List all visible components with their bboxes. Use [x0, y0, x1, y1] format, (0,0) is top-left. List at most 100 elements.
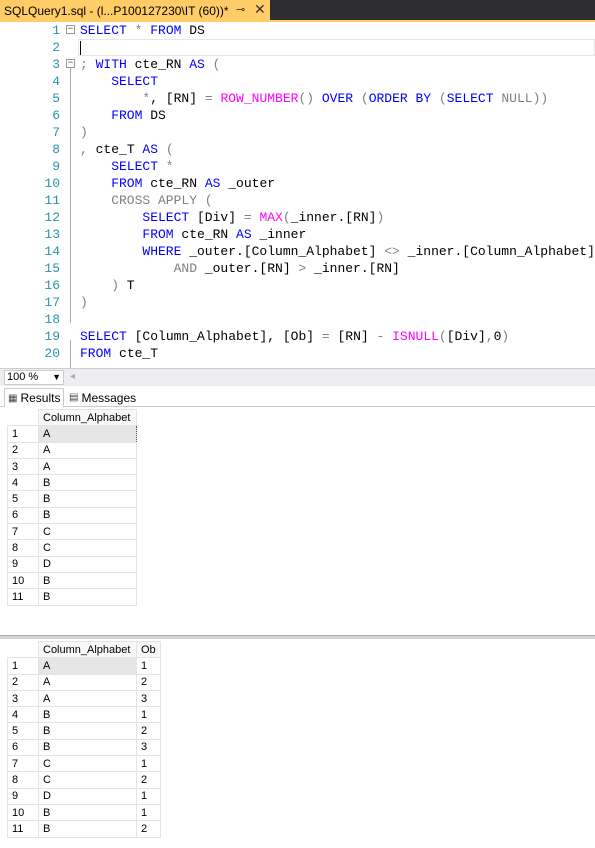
zoom-select[interactable]: 100 % ▼ — [4, 370, 64, 385]
grid-cell[interactable]: C — [38, 755, 137, 773]
code-line[interactable]: 9 SELECT * — [0, 158, 595, 175]
row-number[interactable]: 5 — [7, 722, 39, 740]
row-number[interactable]: 9 — [7, 555, 39, 573]
grid-cell[interactable]: A — [38, 657, 137, 675]
row-number[interactable]: 3 — [7, 689, 39, 708]
row-number[interactable]: 1 — [7, 657, 39, 675]
result-grid-2[interactable]: Column_Alphabet Ob 1A12A23A34B15B26B37C1… — [0, 639, 595, 848]
grid-cell[interactable]: A — [38, 457, 137, 476]
tab-results[interactable]: ▦ Results — [4, 388, 65, 407]
sql-editor[interactable]: 1− SELECT * FROM DS 2 3−; WITH cte_RN AS (4… — [0, 22, 595, 368]
pin-icon[interactable]: ⊸ — [236, 3, 245, 16]
table-row[interactable]: 9D1 — [7, 787, 161, 805]
code-line[interactable]: 18 — [0, 311, 595, 328]
table-row[interactable]: 5B — [7, 490, 137, 508]
grid-cell[interactable]: 2 — [136, 722, 161, 740]
table-row[interactable]: 4B1 — [7, 706, 161, 724]
code-line[interactable]: 15 AND _outer.[RN] > _inner.[RN] — [0, 260, 595, 277]
collapse-icon[interactable]: − — [66, 25, 75, 34]
row-number[interactable]: 8 — [7, 771, 39, 789]
row-number[interactable]: 4 — [7, 706, 39, 724]
grid-cell[interactable]: A — [38, 673, 137, 691]
code-line[interactable]: 6 FROM DS — [0, 107, 595, 124]
code-line[interactable]: 11 CROSS APPLY ( — [0, 192, 595, 209]
row-number[interactable]: 6 — [7, 506, 39, 525]
table-row[interactable]: 2A — [7, 441, 137, 459]
close-icon[interactable]: ✕ — [254, 1, 266, 18]
table-row[interactable]: 7C — [7, 523, 137, 541]
tab-messages[interactable]: ▤ Messages — [66, 388, 139, 407]
table-row[interactable]: 6B3 — [7, 738, 161, 757]
code-line[interactable]: 7) — [0, 124, 595, 141]
grid-cell[interactable]: 1 — [136, 706, 161, 724]
code-line[interactable]: 8, cte_T AS ( — [0, 141, 595, 158]
code-line[interactable]: 13 FROM cte_RN AS _inner — [0, 226, 595, 243]
code-line[interactable]: 17) — [0, 294, 595, 311]
grid-cell[interactable]: 3 — [136, 738, 161, 757]
grid-cell[interactable]: B — [38, 506, 137, 525]
code-line[interactable]: 14 WHERE _outer.[Column_Alphabet] <> _inn… — [0, 243, 595, 260]
row-number[interactable]: 8 — [7, 539, 39, 557]
table-row[interactable]: 2A2 — [7, 673, 161, 691]
grid-cell[interactable]: 2 — [136, 673, 161, 691]
row-number[interactable]: 9 — [7, 787, 39, 805]
grid-cell[interactable]: A — [38, 425, 137, 443]
code-line[interactable]: 5 *, [RN] = ROW_NUMBER() OVER (ORDER BY (… — [0, 90, 595, 107]
table-row[interactable]: 6B — [7, 506, 137, 525]
grid-cell[interactable]: 1 — [136, 755, 161, 773]
table-row[interactable]: 3A3 — [7, 689, 161, 708]
grid-cell[interactable]: B — [38, 722, 137, 740]
collapse-icon[interactable]: − — [66, 59, 75, 68]
grid-cell[interactable]: D — [38, 555, 137, 573]
grid-cell[interactable]: 3 — [136, 689, 161, 708]
table-row[interactable]: 10 B — [7, 571, 137, 590]
table-row[interactable]: 3A — [7, 457, 137, 476]
grid-cell[interactable]: B — [38, 490, 137, 508]
grid-cell[interactable]: B — [38, 820, 137, 838]
column-header[interactable]: Column_Alphabet — [38, 408, 137, 427]
table-row[interactable]: 8C2 — [7, 771, 161, 789]
table-row[interactable]: 7C1 — [7, 755, 161, 773]
row-number[interactable]: 1 — [7, 425, 39, 443]
code-line[interactable]: 16) T — [0, 277, 595, 294]
grid-cell[interactable]: B — [38, 803, 137, 822]
grid-cell[interactable]: D — [38, 787, 137, 805]
grid-cell[interactable]: 2 — [136, 820, 161, 838]
row-number[interactable]: 2 — [7, 673, 39, 691]
row-number[interactable]: 11 — [7, 588, 39, 606]
grid-cell[interactable]: B — [38, 706, 137, 724]
table-row[interactable]: 10 B 1 — [7, 803, 161, 822]
row-number[interactable]: 10 — [7, 803, 39, 822]
code-line[interactable]: 4 SELECT — [0, 73, 595, 90]
row-number[interactable]: 5 — [7, 490, 39, 508]
code-line[interactable]: 19 SELECT [Column_Alphabet], [Ob] = [RN] … — [0, 328, 595, 345]
code-line[interactable]: 20 FROM cte_T — [0, 345, 595, 362]
row-number[interactable]: 11 — [7, 820, 39, 838]
table-row[interactable]: 1A — [7, 425, 137, 443]
table-row[interactable]: 11 B — [7, 588, 137, 606]
code-line[interactable]: 1− SELECT * FROM DS — [0, 22, 595, 39]
table-row[interactable]: 4B — [7, 474, 137, 492]
code-line[interactable]: 2 — [0, 39, 595, 56]
row-number[interactable]: 10 — [7, 571, 39, 590]
table-row[interactable]: 5B2 — [7, 722, 161, 740]
table-row[interactable]: 11 B 2 — [7, 820, 161, 838]
grid-cell[interactable]: A — [38, 689, 137, 708]
grid-cell[interactable]: 1 — [136, 787, 161, 805]
grid-cell[interactable]: B — [38, 738, 137, 757]
grid-cell[interactable]: 2 — [136, 771, 161, 789]
row-number[interactable]: 3 — [7, 457, 39, 476]
grid-cell[interactable]: A — [38, 441, 137, 459]
table-row[interactable]: 8C — [7, 539, 137, 557]
column-header[interactable]: Column_Alphabet — [38, 640, 137, 659]
table-row[interactable]: 1A1 — [7, 657, 161, 675]
grid-cell[interactable]: B — [38, 474, 137, 492]
result-grid-1[interactable]: Column_Alphabet 1 A 2 A 3 A 4 B 5 B 6 B 7 C 8 C 9 D 10 B 11 B — [0, 407, 595, 635]
row-number[interactable]: 2 — [7, 441, 39, 459]
scroll-left-icon[interactable]: ◂ — [70, 371, 75, 382]
grid-cell[interactable]: 1 — [136, 657, 161, 675]
code-line[interactable]: 10 FROM cte_RN AS _outer — [0, 175, 595, 192]
row-number[interactable]: 7 — [7, 755, 39, 773]
column-header[interactable]: Ob — [136, 640, 161, 659]
grid-cell[interactable]: 1 — [136, 803, 161, 822]
